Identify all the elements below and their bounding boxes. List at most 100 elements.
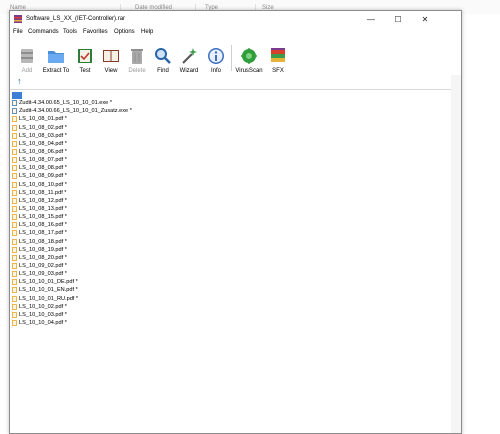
virusscan-button[interactable]: VirusScan (234, 39, 264, 75)
file-row[interactable]: LS_10_08_03.pdf * (12, 132, 132, 140)
view-button[interactable]: View (99, 39, 123, 75)
add-label: Add (21, 68, 33, 74)
file-row[interactable]: LS_10_08_08.pdf * (12, 164, 132, 172)
find-label: Find (157, 68, 169, 74)
view-label: View (104, 68, 118, 74)
pdf-file-icon (12, 140, 17, 147)
menu-commands[interactable]: Commands (28, 29, 59, 35)
file-name: Zudit-4.34.00.65_LS_10_10_01.exe * (19, 100, 112, 107)
file-row[interactable]: LS_10_08_04.pdf * (12, 140, 132, 148)
test-label: Test (79, 68, 91, 74)
file-row[interactable]: LS_10_10_04.pdf * (12, 319, 132, 327)
title-bar[interactable]: Software_LS_XX_(IET-Controller).rar — ☐ … (10, 11, 461, 28)
file-row[interactable]: LS_10_08_16.pdf * (12, 221, 132, 229)
pdf-file-icon (12, 238, 17, 245)
test-book-icon (78, 49, 92, 63)
pdf-file-icon (12, 197, 17, 204)
file-row[interactable]: LS_10_08_15.pdf * (12, 213, 132, 221)
exe-file-icon (12, 100, 17, 107)
file-row[interactable]: LS_10_08_17.pdf * (12, 229, 132, 237)
file-row[interactable]: LS_10_08_12.pdf * (12, 197, 132, 205)
delete-button[interactable]: Delete (125, 39, 149, 75)
menu-options[interactable]: Options (114, 29, 135, 35)
file-name: LS_10_08_15.pdf * (19, 214, 67, 221)
file-row[interactable]: LS_10_09_02.pdf * (12, 262, 132, 270)
extract-folder-icon (48, 51, 64, 63)
menu-tools[interactable]: Tools (63, 29, 77, 35)
file-name: LS_10_08_06.pdf * (19, 149, 67, 156)
file-list: Zudit-4.34.00.65_LS_10_10_01.exe * Zudit-… (12, 91, 132, 327)
file-row[interactable]: LS_10_08_09.pdf * (12, 172, 132, 180)
pdf-file-icon (12, 149, 17, 156)
up-folder-arrow-icon[interactable]: ↑ (17, 76, 22, 86)
vertical-scrollbar[interactable] (451, 75, 461, 433)
sfx-books-icon (271, 48, 285, 62)
file-name: LS_10_08_18.pdf * (19, 238, 67, 245)
pdf-file-icon (12, 116, 17, 123)
info-icon (208, 48, 224, 64)
close-button[interactable]: ✕ (414, 13, 436, 26)
minimize-button[interactable]: — (360, 13, 382, 26)
test-button[interactable]: Test (73, 39, 97, 75)
file-row[interactable]: LS_10_08_19.pdf * (12, 246, 132, 254)
file-name: LS_10_09_02.pdf * (19, 263, 67, 270)
file-row[interactable]: LS_10_08_18.pdf * (12, 238, 132, 246)
file-row[interactable]: LS_10_08_11.pdf * (12, 189, 132, 197)
file-name: LS_10_08_08.pdf * (19, 165, 67, 172)
maximize-button[interactable]: ☐ (387, 13, 409, 26)
delete-trash-icon (131, 49, 143, 64)
window-title: Software_LS_XX_(IET-Controller).rar (26, 16, 126, 22)
virusscan-label: VirusScan (235, 68, 263, 74)
file-name: LS_10_08_16.pdf * (19, 222, 67, 229)
pdf-file-icon (12, 214, 17, 221)
info-button[interactable]: Info (204, 39, 228, 75)
file-name: LS_10_08_01.pdf * (19, 116, 67, 123)
pdf-file-icon (12, 181, 17, 188)
toolbar: Add Extract To Test View Delete Find Wiz… (10, 39, 461, 75)
pdf-file-icon (12, 165, 17, 172)
file-row[interactable]: LS_10_10_03.pdf * (12, 311, 132, 319)
parent-folder-row[interactable] (12, 91, 132, 99)
winrar-app-icon (14, 15, 22, 23)
file-row[interactable]: LS_10_09_03.pdf * (12, 270, 132, 278)
file-row[interactable]: Zudit-4.34.00.66_LS_10_10_01_Zusatz.exe … (12, 107, 132, 115)
file-row[interactable]: LS_10_08_10.pdf * (12, 181, 132, 189)
pdf-file-icon (12, 320, 17, 326)
menu-favorites[interactable]: Favorites (83, 29, 108, 35)
file-name: LS_10_08_13.pdf * (19, 206, 67, 213)
file-name: LS_10_08_17.pdf * (19, 230, 67, 237)
extract-to-button[interactable]: Extract To (41, 39, 71, 75)
menu-bar: File Commands Tools Favorites Options He… (10, 28, 461, 39)
file-row[interactable]: LS_10_08_20.pdf * (12, 254, 132, 262)
pdf-file-icon (12, 271, 17, 278)
extract-to-label: Extract To (42, 68, 70, 74)
file-row[interactable]: LS_10_10_01_DE.pdf * (12, 278, 132, 286)
menu-file[interactable]: File (13, 29, 23, 35)
menu-help[interactable]: Help (141, 29, 153, 35)
info-label: Info (210, 68, 221, 74)
file-row[interactable]: LS_10_08_06.pdf * (12, 148, 132, 156)
file-name: LS_10_08_09.pdf * (19, 173, 67, 180)
file-row[interactable]: LS_10_10_01_EN.pdf * (12, 286, 132, 294)
wizard-wand-icon (182, 48, 197, 64)
file-name: LS_10_10_01_RU.pdf * (19, 295, 79, 302)
file-row[interactable]: LS_10_10_02.pdf * (12, 303, 132, 311)
file-row[interactable]: Zudit-4.34.00.65_LS_10_10_01.exe * (12, 99, 132, 107)
file-name: LS_10_10_03.pdf * (19, 311, 67, 318)
wizard-button[interactable]: Wizard (176, 39, 202, 75)
file-name: LS_10_08_04.pdf * (19, 140, 67, 147)
file-row[interactable]: LS_10_08_02.pdf * (12, 124, 132, 132)
pdf-file-icon (12, 222, 17, 229)
file-row[interactable]: LS_10_08_01.pdf * (12, 115, 132, 123)
file-name: LS_10_08_10.pdf * (19, 181, 67, 188)
file-row[interactable]: LS_10_08_13.pdf * (12, 205, 132, 213)
sfx-button[interactable]: SFX (266, 39, 290, 75)
add-button[interactable]: Add (15, 39, 39, 75)
find-button[interactable]: Find (151, 39, 175, 75)
file-row[interactable]: LS_10_08_07.pdf * (12, 156, 132, 164)
file-name: Zudit-4.34.00.66_LS_10_10_01_Zusatz.exe … (19, 108, 132, 115)
file-row[interactable]: LS_10_10_01_RU.pdf * (12, 295, 132, 303)
add-archive-icon (21, 49, 33, 63)
pdf-file-icon (12, 295, 17, 302)
view-book-icon (103, 50, 119, 62)
